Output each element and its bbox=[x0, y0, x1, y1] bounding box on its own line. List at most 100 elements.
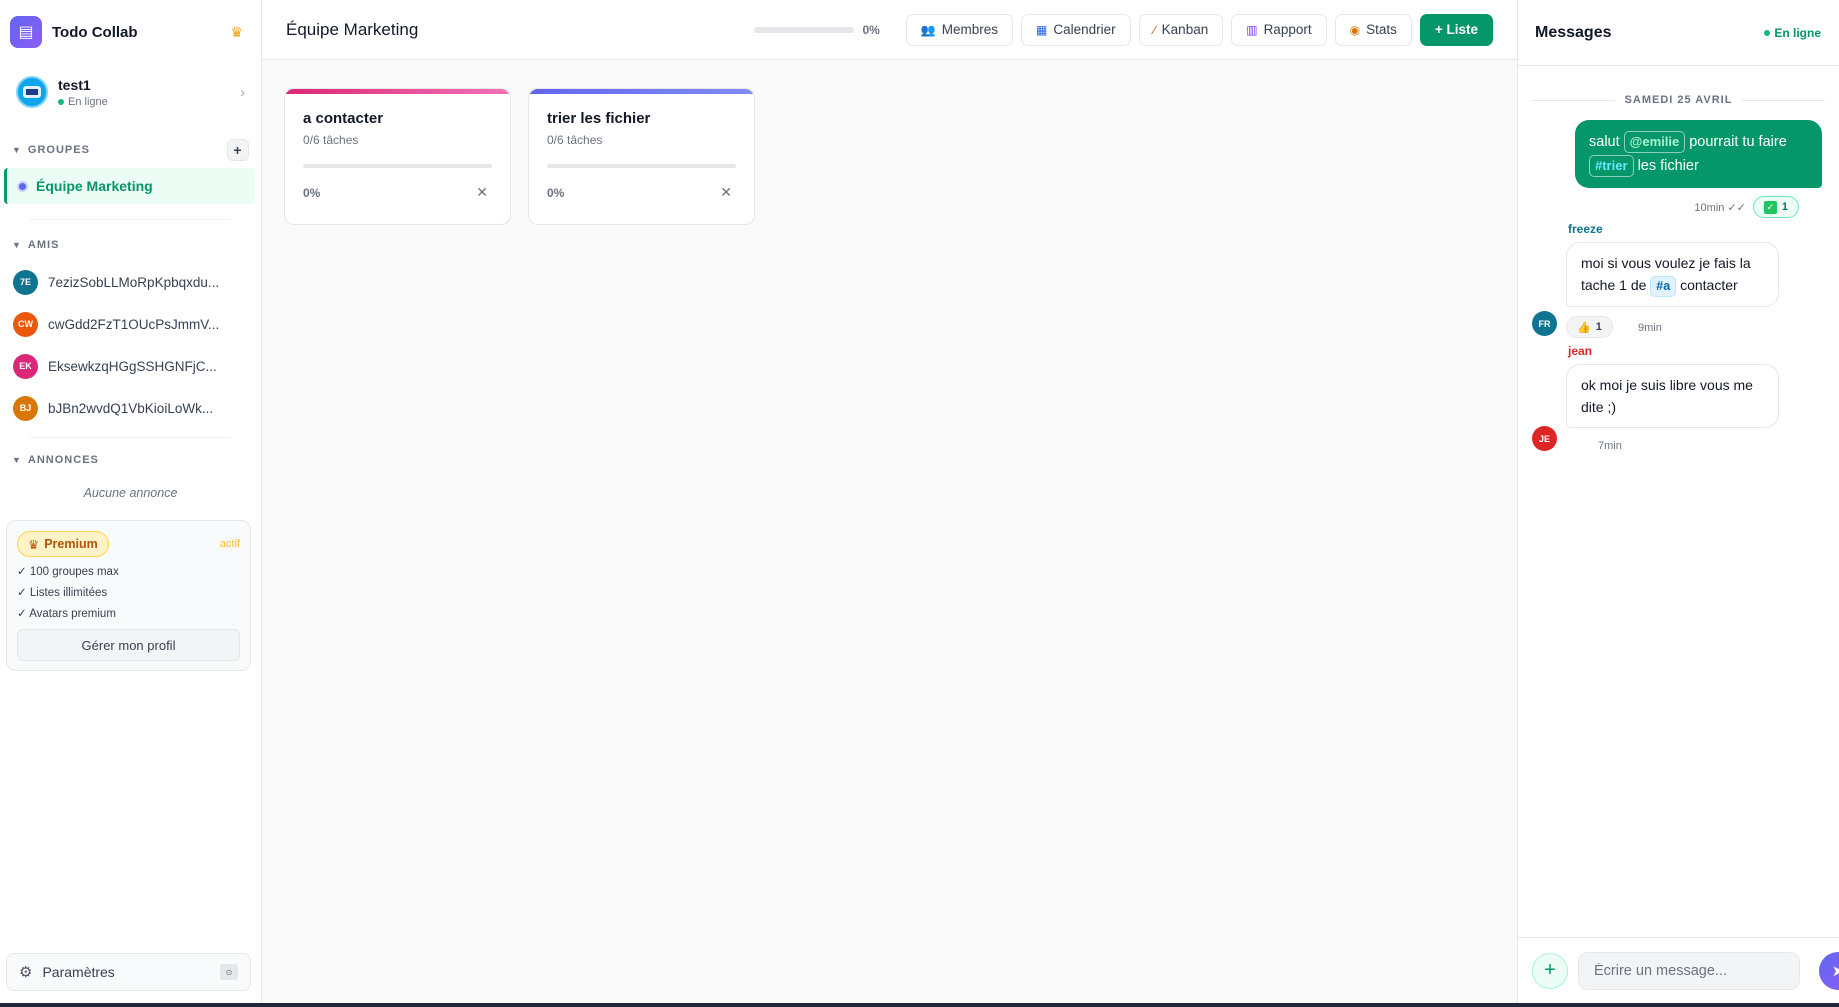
list-percent: 0% bbox=[303, 185, 321, 200]
report-button[interactable]: ▥ Rapport bbox=[1231, 13, 1327, 46]
sidebar-item-group[interactable]: Équipe Marketing bbox=[4, 168, 255, 204]
lists-grid: a contacter 0/6 tâches 0% ✕ trier les fi… bbox=[262, 60, 1517, 253]
list-percent: 0% bbox=[547, 185, 565, 200]
list-progress-track bbox=[303, 164, 492, 168]
friend-item[interactable]: BJ bJBn2wvdQ1VbKioiLoWk... bbox=[0, 387, 261, 429]
friend-item[interactable]: EK EksewkzqHGgSSHGNFjC... bbox=[0, 345, 261, 387]
message-input[interactable] bbox=[1578, 951, 1800, 990]
crown-icon: ♛ bbox=[230, 23, 243, 40]
send-icon[interactable]: ➤ bbox=[1819, 951, 1839, 990]
chat-title: Messages bbox=[1535, 23, 1612, 41]
thumbs-up-icon: 👍 bbox=[1577, 321, 1591, 334]
manage-profile-button[interactable]: Gérer mon profil bbox=[17, 629, 240, 661]
wand-icon: ⁄ bbox=[1153, 22, 1156, 37]
reaction-badge[interactable]: 👍 1 bbox=[1566, 316, 1613, 338]
groups-section-header[interactable]: ▼ GROUPES + bbox=[0, 138, 261, 162]
message-bubble[interactable]: ok moi je suis libre vous me dite ;) bbox=[1566, 364, 1779, 428]
online-dot-icon bbox=[1764, 29, 1771, 36]
list-card[interactable]: a contacter 0/6 tâches 0% ✕ bbox=[284, 88, 511, 225]
friends-section-title: AMIS bbox=[27, 239, 60, 251]
close-icon[interactable]: ✕ bbox=[476, 184, 488, 201]
group-progress: 0% bbox=[754, 22, 880, 37]
premium-status: actif bbox=[219, 538, 240, 550]
premium-badge: ♛ Premium bbox=[17, 531, 109, 557]
kanban-button[interactable]: ⁄ Kanban bbox=[1138, 13, 1224, 46]
user-name: test1 bbox=[58, 76, 91, 93]
stats-button[interactable]: ◉ Stats bbox=[1334, 13, 1412, 46]
mention-tag[interactable]: @emilie bbox=[1623, 131, 1686, 153]
avatar bbox=[16, 76, 48, 108]
progress-percent: 0% bbox=[862, 22, 880, 37]
online-dot-icon bbox=[58, 98, 64, 105]
friends-section-header[interactable]: ▼ AMIS bbox=[0, 233, 261, 257]
list-title: trier les fichier bbox=[547, 110, 651, 127]
window-bottom-edge bbox=[0, 1003, 1839, 1007]
friend-name: EksewkzqHGgSSHGNFjC... bbox=[48, 358, 217, 374]
group-color-dot bbox=[17, 180, 28, 192]
message-bubble[interactable]: moi si vous voulez je fais la tache 1 de… bbox=[1566, 242, 1779, 307]
bar-chart-icon: ▥ bbox=[1246, 22, 1258, 37]
avatar: BJ bbox=[13, 395, 38, 421]
list-title: a contacter bbox=[303, 110, 384, 127]
sender-name: freeze bbox=[1568, 222, 1603, 236]
chat-panel: Messages En ligne SAMEDI 25 AVRIL salut … bbox=[1517, 0, 1839, 1003]
medal-icon: ◉ bbox=[1349, 22, 1361, 37]
sidebar: ▤ Todo Collab ♛ test1 En ligne › ▼ GROUP… bbox=[0, 0, 262, 1003]
calendar-button[interactable]: ▦ Calendrier bbox=[1021, 13, 1131, 46]
avatar: EK bbox=[13, 353, 38, 379]
add-group-button[interactable]: + bbox=[227, 139, 249, 161]
main-topbar: Équipe Marketing 0% 👥 Membres ▦ Calendrier… bbox=[262, 0, 1517, 60]
list-task-count: 0/6 tâches bbox=[303, 133, 359, 147]
chat-header: Messages En ligne bbox=[1518, 0, 1839, 66]
crown-icon: ♛ bbox=[28, 537, 40, 552]
user-profile-card[interactable]: test1 En ligne › bbox=[6, 66, 255, 118]
announcements-section-header[interactable]: ▼ ANNONCES bbox=[0, 448, 261, 472]
my-message-bubble[interactable]: salut @emilie pourrait tu faire #trier l… bbox=[1575, 120, 1822, 188]
plus-icon[interactable]: + bbox=[1532, 952, 1568, 989]
chevron-right-icon: › bbox=[240, 84, 245, 100]
settings-button[interactable]: ⚙ Paramètres ⊙ bbox=[6, 953, 251, 991]
friend-item[interactable]: CW cwGdd2FzT1OUcPsJmmV... bbox=[0, 303, 261, 345]
list-progress-track bbox=[547, 164, 736, 168]
gear-icon: ⚙ bbox=[19, 964, 33, 981]
list-card[interactable]: trier les fichier 0/6 tâches 0% ✕ bbox=[528, 88, 755, 225]
list-tag[interactable]: #trier bbox=[1589, 155, 1634, 177]
sender-name: jean bbox=[1568, 344, 1593, 358]
chevron-down-icon: ▼ bbox=[12, 240, 22, 250]
brand-header: ▤ Todo Collab ♛ bbox=[0, 0, 261, 64]
reaction-badge[interactable]: ✓ 1 bbox=[1752, 196, 1799, 218]
avatar: 7E bbox=[13, 269, 38, 295]
close-icon[interactable]: ✕ bbox=[720, 184, 732, 201]
friend-name: cwGdd2FzT1OUcPsJmmV... bbox=[48, 316, 220, 332]
friend-name: bJBn2wvdQ1VbKioiLoWk... bbox=[48, 400, 214, 416]
page-title: Équipe Marketing bbox=[286, 19, 419, 39]
add-list-button[interactable]: + Liste bbox=[1419, 13, 1493, 46]
premium-feature: ✓ Avatars premium bbox=[17, 608, 116, 620]
premium-feature: ✓ Listes illimitées bbox=[17, 587, 108, 599]
app-root: ▤ Todo Collab ♛ test1 En ligne › ▼ GROUP… bbox=[0, 0, 1839, 1003]
friend-item[interactable]: 7E 7ezizSobLLMoRpKpbqxdu... bbox=[0, 261, 261, 303]
calendar-icon: ▦ bbox=[1036, 22, 1048, 37]
avatar: CW bbox=[13, 311, 38, 337]
main-content: Équipe Marketing 0% 👥 Membres ▦ Calendrier… bbox=[262, 0, 1517, 1003]
group-label: Équipe Marketing bbox=[36, 178, 153, 194]
groups-section-title: GROUPES bbox=[27, 144, 90, 156]
list-task-count: 0/6 tâches bbox=[547, 133, 603, 147]
message-time: 10min ✓✓ bbox=[1694, 201, 1746, 214]
friend-name: 7ezizSobLLMoRpKpbqxdu... bbox=[48, 274, 220, 290]
chevron-down-icon: ▼ bbox=[12, 455, 22, 465]
people-icon: 👥 bbox=[920, 22, 936, 37]
members-button[interactable]: 👥 Membres bbox=[905, 13, 1014, 46]
message-composer: + ➤ bbox=[1518, 937, 1839, 1003]
premium-feature: ✓ 100 groupes max bbox=[17, 566, 119, 578]
user-status: En ligne bbox=[58, 96, 240, 108]
message-time: 9min bbox=[1638, 322, 1662, 334]
premium-card: ♛ Premium actif ✓ 100 groupes max ✓ Liste… bbox=[6, 520, 251, 671]
check-icon: ✓ bbox=[1763, 200, 1777, 214]
date-separator: SAMEDI 25 AVRIL bbox=[1532, 94, 1825, 106]
avatar: FR bbox=[1532, 311, 1557, 336]
chevron-down-icon: ▼ bbox=[12, 145, 22, 155]
list-tag[interactable]: #a bbox=[1650, 276, 1677, 297]
chat-status: En ligne bbox=[1764, 26, 1821, 40]
progress-track bbox=[754, 26, 855, 33]
